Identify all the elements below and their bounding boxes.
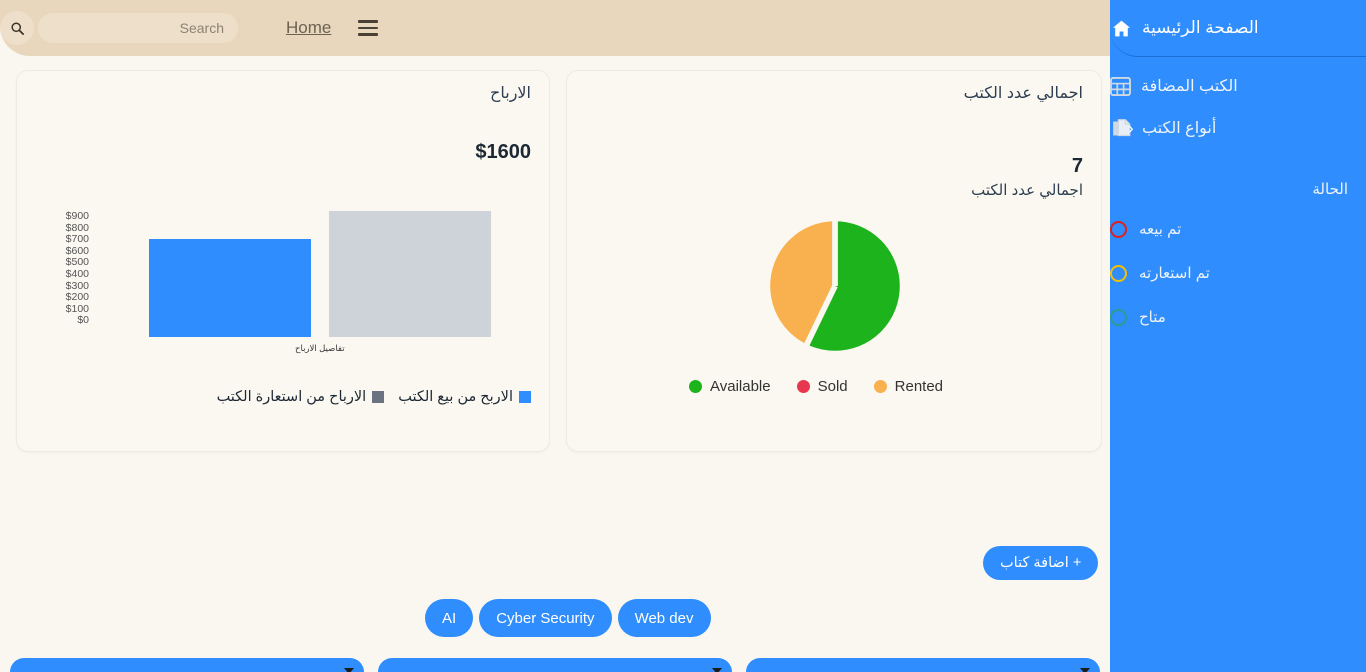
- top-header: Home: [0, 0, 1116, 56]
- legend-item-sold[interactable]: Sold: [796, 378, 848, 395]
- profit-amount: $1600: [475, 141, 531, 163]
- sidebar-item-added-books[interactable]: الكتب المضافة: [1110, 66, 1366, 106]
- sidebar-item-book-types[interactable]: ‹ أنواع الكتب: [1110, 108, 1366, 148]
- sidebar-status-sold[interactable]: تم بيعه: [1110, 213, 1366, 245]
- pie-legend: Available Sold Rented: [689, 378, 943, 395]
- main-content: اجمالي عدد الكتب 7 اجمالي عدد الكتب Avai…: [0, 56, 1110, 672]
- legend-swatch-sales-icon: [519, 391, 531, 403]
- status-ring-available-icon: [1110, 308, 1127, 326]
- bar-chart-x-label: تفاصيل الارباح: [295, 343, 345, 353]
- total-books-subtitle: اجمالي عدد الكتب: [971, 182, 1083, 199]
- header-home-link[interactable]: Home: [286, 18, 331, 38]
- status-label: متاح: [1139, 309, 1166, 326]
- book-card[interactable]: Beginning App Development with Flutter: [10, 658, 364, 672]
- sidebar: الصفحة الرئيسية الكتب المضافة ‹ أنواع ال…: [1110, 0, 1366, 672]
- sidebar-home-label: الصفحة الرئيسية: [1142, 18, 1259, 37]
- caret-down-icon[interactable]: [344, 668, 354, 672]
- legend-dot-sold-icon: [796, 380, 810, 393]
- profit-card: الارباح $1600 $900 $800 $700 $600 $500 $…: [16, 70, 550, 452]
- bar-profit-from-rentals[interactable]: [329, 211, 491, 337]
- caret-down-icon[interactable]: [1080, 668, 1090, 672]
- sidebar-status-title: الحالة: [1312, 181, 1348, 198]
- status-ring-rented-icon: [1110, 264, 1127, 282]
- legend-label-rentals: الارباح من استعارة الكتب: [216, 389, 367, 405]
- pie-svg: [763, 214, 907, 358]
- grid-table-icon: [1110, 76, 1131, 96]
- sidebar-status-rented[interactable]: تم استعارته: [1110, 257, 1366, 289]
- legend-label: Sold: [817, 378, 848, 395]
- search-area: [0, 11, 238, 45]
- search-input[interactable]: [38, 13, 238, 43]
- legend-label: Available: [710, 378, 771, 395]
- sidebar-status-available[interactable]: متاح: [1110, 301, 1366, 333]
- hamburger-menu-icon[interactable]: [358, 20, 379, 36]
- chip-cyber-security[interactable]: Cyber Security: [479, 599, 612, 637]
- books-list: Beginning App Development with Flutter T…: [0, 658, 1110, 672]
- legend-label-sales: الاربح من بيع الكتب: [398, 389, 513, 405]
- total-books-count: 7: [1071, 155, 1083, 177]
- y-tick: $900: [65, 210, 89, 222]
- bar-plot-area: [133, 211, 533, 337]
- legend-label: Rented: [894, 378, 944, 395]
- legend-swatch-rentals-icon: [372, 391, 385, 403]
- search-icon: [10, 21, 24, 35]
- legend-item-available[interactable]: Available: [689, 378, 771, 395]
- legend-dot-available-icon: [689, 380, 702, 393]
- search-button[interactable]: [0, 11, 34, 45]
- add-book-button[interactable]: + اضافة كتاب: [983, 546, 1099, 580]
- status-label: تم بيعه: [1139, 221, 1182, 238]
- books-pie-chart: [763, 214, 907, 358]
- bar-chart-y-axis: $900 $800 $700 $600 $500 $400 $300 $200 …: [33, 210, 89, 327]
- app-root: Home الصفحة الرئيسية الكتب المضافة: [0, 0, 1366, 672]
- bar-profit-from-sales[interactable]: [149, 239, 311, 337]
- y-tick: $0: [77, 314, 89, 327]
- caret-down-icon[interactable]: [712, 668, 722, 672]
- profit-bar-chart: $900 $800 $700 $600 $500 $400 $300 $200 …: [17, 191, 551, 361]
- status-ring-sold-icon: [1110, 220, 1127, 238]
- sidebar-item-label: أنواع الكتب: [1142, 120, 1217, 137]
- sidebar-item-label: الكتب المضافة: [1141, 78, 1238, 95]
- home-icon: [1112, 20, 1131, 36]
- legend-item-rented[interactable]: Rented: [873, 378, 944, 395]
- chip-ai[interactable]: AI: [425, 599, 474, 637]
- category-chips: AI Cyber Security Web dev: [425, 599, 711, 637]
- bar-chart-legend: الاربح من بيع الكتب الارباح من استعارة ا…: [217, 389, 531, 405]
- card-title: الارباح: [490, 85, 531, 102]
- y-tick: $200: [65, 291, 89, 304]
- book-card[interactable]: The Road To React None: [378, 658, 732, 672]
- y-tick: $400: [65, 267, 89, 280]
- chevron-left-icon[interactable]: ‹: [1128, 120, 1134, 137]
- total-books-card: اجمالي عدد الكتب 7 اجمالي عدد الكتب Avai…: [566, 70, 1102, 452]
- chip-web-dev[interactable]: Web dev: [617, 599, 711, 637]
- sidebar-item-home[interactable]: الصفحة الرئيسية: [1110, 0, 1366, 57]
- book-card[interactable]: HTML & CSS: Design and Build Web Sites: [746, 658, 1100, 672]
- status-label: تم استعارته: [1139, 265, 1210, 282]
- legend-dot-rented-icon: [873, 380, 887, 393]
- card-title: اجمالي عدد الكتب: [963, 85, 1083, 102]
